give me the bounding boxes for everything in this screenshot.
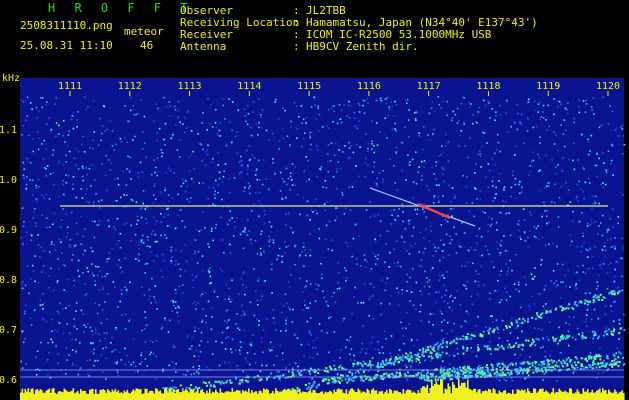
x-tick-label: 1112 (118, 81, 142, 92)
x-tick-label: 1115 (297, 81, 321, 92)
y-tick-label: 1.1 (0, 125, 17, 136)
y-tick-label: 0.7 (0, 325, 17, 336)
spectrogram: 1111 1112 1113 1114 1115 1116 1117 1118 1119 1120… (0, 78, 626, 400)
x-tick-label: 1114 (237, 81, 261, 92)
x-tick-label: 1117 (417, 81, 441, 92)
x-tick-label: 1116 (357, 81, 381, 92)
y-axis-ticks: 1.1 1.0 0.9 0.8 0.7 0.6 (0, 125, 17, 386)
x-tick-label: 1111 (58, 81, 82, 92)
y-tick-label: 0.6 (0, 375, 17, 386)
x-tick-label: 1119 (536, 81, 560, 92)
y-tick-label: 0.9 (0, 225, 17, 236)
x-tick-label: 1120 (596, 81, 620, 92)
x-tick-label: 1118 (476, 81, 500, 92)
y-tick-label: 1.0 (0, 175, 17, 186)
y-tick-label: 0.8 (0, 275, 17, 286)
x-tick-label: 1113 (178, 81, 202, 92)
